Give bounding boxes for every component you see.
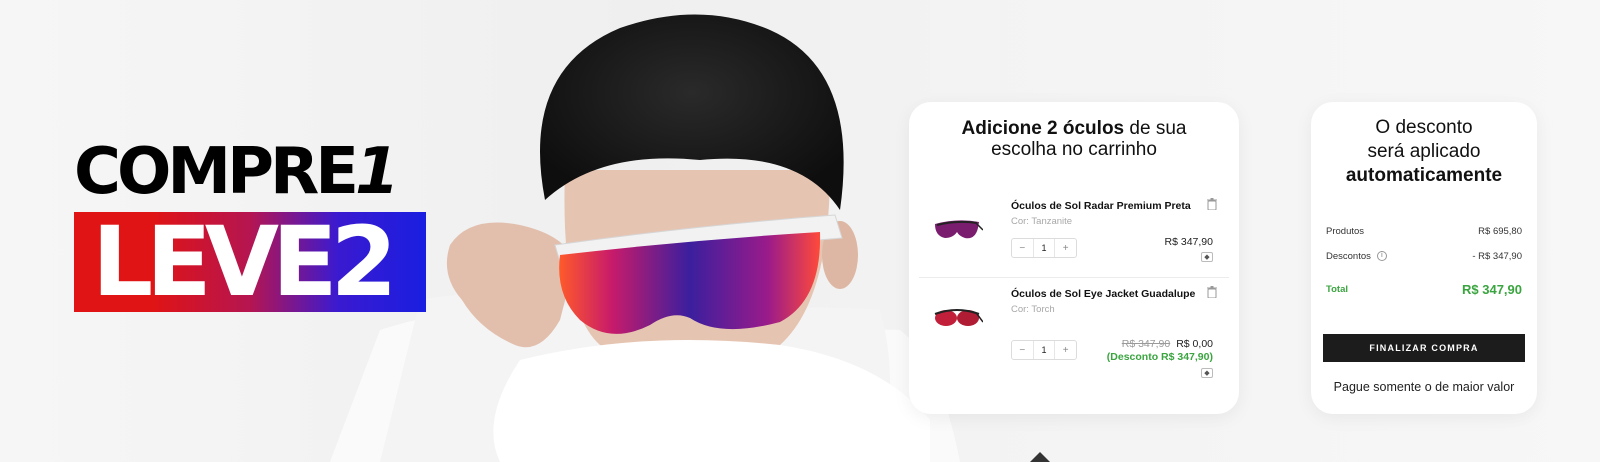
info-icon[interactable]: i: [1376, 251, 1387, 262]
cart-item-price: R$ 347,90 R$ 0,00: [1122, 338, 1213, 350]
cart-title-rest: de sua: [1129, 118, 1187, 139]
cart-card: Adicione 2 óculos de sua escolha no carr…: [909, 102, 1239, 414]
summary-discounts-row: Descontos i - R$ 347,90: [1326, 251, 1522, 262]
promo-headline: COMPRE1 LEVE2: [74, 138, 426, 312]
qty-value[interactable]: 1: [1032, 239, 1056, 257]
cart-item: Óculos de Sol Eye Jacket Guadalupe Cor: …: [919, 282, 1229, 382]
trash-icon[interactable]: [1207, 286, 1217, 298]
cart-title: Adicione 2 óculos de sua escolha no carr…: [909, 118, 1239, 160]
coupon-tag-icon: ◆: [1201, 252, 1213, 262]
qty-plus-button[interactable]: +: [1055, 341, 1076, 359]
cart-item: Óculos de Sol Radar Premium Preta Cor: T…: [919, 194, 1229, 278]
total-label: Total: [1326, 284, 1348, 295]
coupon-tag-icon: ◆: [1201, 368, 1213, 378]
summary-card: O desconto será aplicado automaticamente…: [1311, 102, 1537, 414]
qty-value[interactable]: 1: [1032, 341, 1056, 359]
summary-products-row: Produtos R$ 695,80: [1326, 226, 1522, 237]
sunglasses-thumbnail-icon: [934, 309, 983, 326]
discounts-label: Descontos: [1326, 251, 1371, 262]
discounts-value: - R$ 347,90: [1472, 251, 1522, 262]
cart-item-color: Cor: Torch: [1011, 304, 1055, 315]
total-value: R$ 347,90: [1462, 282, 1522, 297]
cart-title-bold: Adicione 2 óculos: [961, 118, 1125, 139]
quantity-stepper: − 1 +: [1011, 340, 1077, 360]
products-label: Produtos: [1326, 226, 1365, 237]
cart-item-color: Cor: Tanzanite: [1011, 216, 1073, 227]
cart-item-name[interactable]: Óculos de Sol Radar Premium Preta: [1011, 200, 1191, 212]
headline-compre-number: 1: [354, 135, 399, 209]
sunglasses-thumbnail-icon: [935, 220, 983, 239]
summary-total-row: Total R$ 347,90: [1326, 282, 1522, 297]
summary-title-line1: O desconto: [1375, 117, 1473, 138]
qty-minus-button[interactable]: −: [1012, 341, 1033, 359]
headline-compre: COMPRE1: [74, 138, 426, 206]
cart-item-discount: (Desconto R$ 347,90): [1106, 351, 1213, 363]
summary-title-line3: automaticamente: [1345, 165, 1503, 186]
trash-icon[interactable]: [1207, 198, 1217, 210]
summary-title-line2: será aplicado: [1367, 141, 1481, 162]
payment-note: Pague somente o de maior valor: [1333, 380, 1515, 394]
summary-title: O desconto será aplicado automaticamente: [1311, 116, 1537, 188]
qty-plus-button[interactable]: +: [1055, 239, 1076, 257]
cart-item-new-price: R$ 0,00: [1176, 338, 1213, 350]
checkout-button[interactable]: FINALIZAR COMPRA: [1323, 334, 1525, 362]
cart-item-price: R$ 347,90: [1164, 236, 1213, 248]
qty-minus-button[interactable]: −: [1012, 239, 1033, 257]
products-value: R$ 695,80: [1478, 226, 1522, 237]
headline-compre-text: COMPRE: [74, 135, 359, 209]
cart-item-name[interactable]: Óculos de Sol Eye Jacket Guadalupe: [1011, 288, 1195, 300]
cart-item-old-price: R$ 347,90: [1121, 338, 1171, 350]
quantity-stepper: − 1 +: [1011, 238, 1077, 258]
headline-leve-banner: LEVE2: [74, 212, 426, 312]
cart-title-line2: escolha no carrinho: [991, 139, 1157, 160]
